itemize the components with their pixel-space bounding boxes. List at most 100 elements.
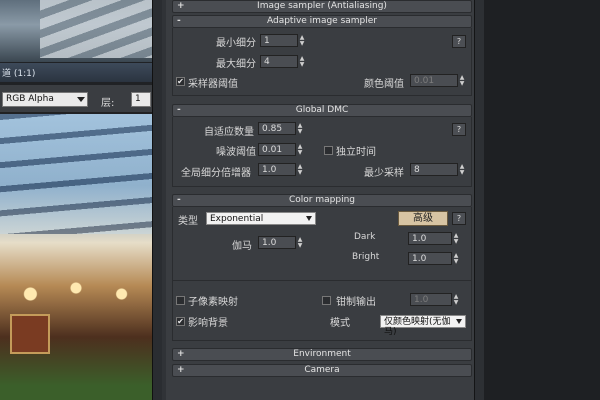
channel-value: RGB Alpha [6,94,54,104]
spinner-arrows-icon[interactable]: ▲ ▼ [296,144,304,156]
expand-icon: + [177,349,185,359]
layer-spinner[interactable]: 1 [131,92,151,107]
help-button[interactable]: ? [452,123,466,136]
mapping-type-value: Exponential [210,214,264,224]
rollout-environment[interactable]: + Environment [172,348,472,361]
min-subdiv-spinner[interactable]: 1 ▲ ▼ [260,34,304,47]
settings-rollouts: + Image sampler (Antialiasing) - Adaptiv… [166,0,474,400]
spinner-arrows-icon[interactable]: ▲ ▼ [298,35,306,47]
render-preview-top [0,0,160,62]
min-samples-value: 8 [414,165,420,175]
clamp-output-label: 钳制输出 [336,297,376,308]
expand-icon: + [177,1,185,11]
rollout-color-mapping[interactable]: - Color mapping [172,194,472,207]
render-toolbar: RGB Alpha 层: 1 [0,85,152,113]
render-scrollbar[interactable] [152,0,162,400]
gamma-label: 伽马 [232,241,252,252]
roof-image-strip [40,0,160,58]
clamp-level-spinner[interactable]: 1.0 ▲ ▼ [410,293,458,306]
spinner-arrows-icon[interactable]: ▲ ▼ [298,56,306,68]
spinner-arrows-icon[interactable]: ▲ ▼ [296,237,304,249]
rollout-title: Image sampler (Antialiasing) [257,1,387,11]
color-threshold-label: 颜色阈值 [364,79,404,90]
subpixel-mapping-checkbox[interactable] [176,296,185,305]
gamma-spinner[interactable]: 1.0 ▲ ▼ [258,236,302,249]
max-subdiv-label: 最大细分 [216,59,256,70]
spinner-arrows-icon[interactable]: ▲ ▼ [458,164,466,176]
global-subdiv-value: 1.0 [262,165,277,175]
spinner-arrows-icon[interactable]: ▲ ▼ [452,253,460,265]
clamp-value: 1.0 [414,295,429,305]
bright-value: 1.0 [412,254,427,264]
spinner-arrows-icon[interactable]: ▲ ▼ [452,294,460,306]
spinner-arrows-icon[interactable]: ▲ ▼ [458,75,466,87]
help-button[interactable]: ? [452,35,466,48]
rollout-title: Global DMC [295,105,349,115]
noise-threshold-spinner[interactable]: 0.01 ▲ ▼ [258,143,302,156]
chevron-down-icon [77,97,85,102]
noise-threshold-label: 噪波阈值 [216,147,256,158]
global-subdiv-spinner[interactable]: 1.0 ▲ ▼ [258,163,302,176]
threshold-checkbox[interactable]: ✔ [176,77,185,86]
color-threshold-spinner[interactable]: 0.01 ▲ ▼ [410,74,464,87]
skylight-roof-image [0,114,152,234]
mapping-type-dropdown[interactable]: Exponential [206,212,316,225]
bright-multiplier-spinner[interactable]: 1.0 ▲ ▼ [408,252,458,265]
chevron-down-icon [456,319,462,324]
dark-label: Dark [354,232,376,242]
gamma-value: 1.0 [262,238,277,248]
affect-background-label: 影响背景 [188,318,228,329]
rollout-title: Color mapping [289,195,355,205]
subpixel-mapping-label: 子像素映射 [188,297,238,308]
rollout-adaptive-sampler[interactable]: - Adaptive image sampler [172,15,472,28]
viewport-background [474,0,600,400]
advanced-button[interactable]: 高级 [398,211,448,226]
wall-carpet-image [10,314,50,354]
adaptive-amount-spinner[interactable]: 0.85 ▲ ▼ [258,122,302,135]
spinner-arrows-icon[interactable]: ▲ ▼ [296,164,304,176]
min-subdiv-label: 最小细分 [216,38,256,49]
threshold-label: 采样器阈值 [188,79,238,90]
min-samples-spinner[interactable]: 8 ▲ ▼ [410,163,464,176]
color-threshold-value: 0.01 [414,76,435,86]
adaptive-amount-value: 0.85 [262,124,283,134]
independent-time-checkbox[interactable] [324,146,333,155]
rollout-image-sampler[interactable]: + Image sampler (Antialiasing) [172,0,472,13]
panel-scrollbar[interactable] [474,0,484,400]
clamp-output-checkbox[interactable] [322,296,331,305]
dark-multiplier-spinner[interactable]: 1.0 ▲ ▼ [408,232,458,245]
adaptive-amount-label: 自适应数量 [204,127,254,138]
chevron-down-icon [306,216,312,221]
dark-value: 1.0 [412,234,427,244]
divider [172,280,472,281]
rollout-camera[interactable]: + Camera [172,364,472,377]
help-button[interactable]: ? [452,212,466,225]
spinner-arrows-icon[interactable]: ▲ ▼ [296,123,304,135]
rendered-image [0,114,152,400]
render-settings-panel: + Image sampler (Antialiasing) - Adaptiv… [162,0,600,400]
layer-label: 层: [101,98,115,109]
mode-dropdown[interactable]: 仅颜色映射(无伽马) [380,315,466,337]
rollout-global-dmc[interactable]: - Global DMC [172,104,472,117]
noise-threshold-value: 0.01 [262,145,283,155]
min-samples-label: 最少采样 [364,168,404,179]
mode-label: 模式 [330,318,350,329]
global-subdiv-label: 全局细分倍增器 [181,168,251,179]
rollout-title: Environment [293,349,351,359]
rollout-title: Adaptive image sampler [266,16,377,26]
expand-icon: + [177,365,185,375]
rollout-title: Camera [304,365,340,375]
render-frame-window: 道 (1:1) RGB Alpha 层: 1 [0,0,162,400]
independent-time-label: 独立时间 [336,147,376,158]
max-subdiv-value: 4 [264,57,270,67]
channel-dropdown[interactable]: RGB Alpha [2,92,88,107]
collapse-icon: - [177,195,181,205]
spinner-arrows-icon[interactable]: ▲ ▼ [452,233,460,245]
collapse-icon: - [177,16,181,26]
bright-label: Bright [352,252,380,262]
collapse-icon: - [177,105,181,115]
app-window: 道 (1:1) RGB Alpha 层: 1 + Image sampler (… [0,0,600,400]
affect-background-checkbox[interactable]: ✔ [176,317,185,326]
min-subdiv-value: 1 [264,36,270,46]
max-subdiv-spinner[interactable]: 4 ▲ ▼ [260,55,304,68]
